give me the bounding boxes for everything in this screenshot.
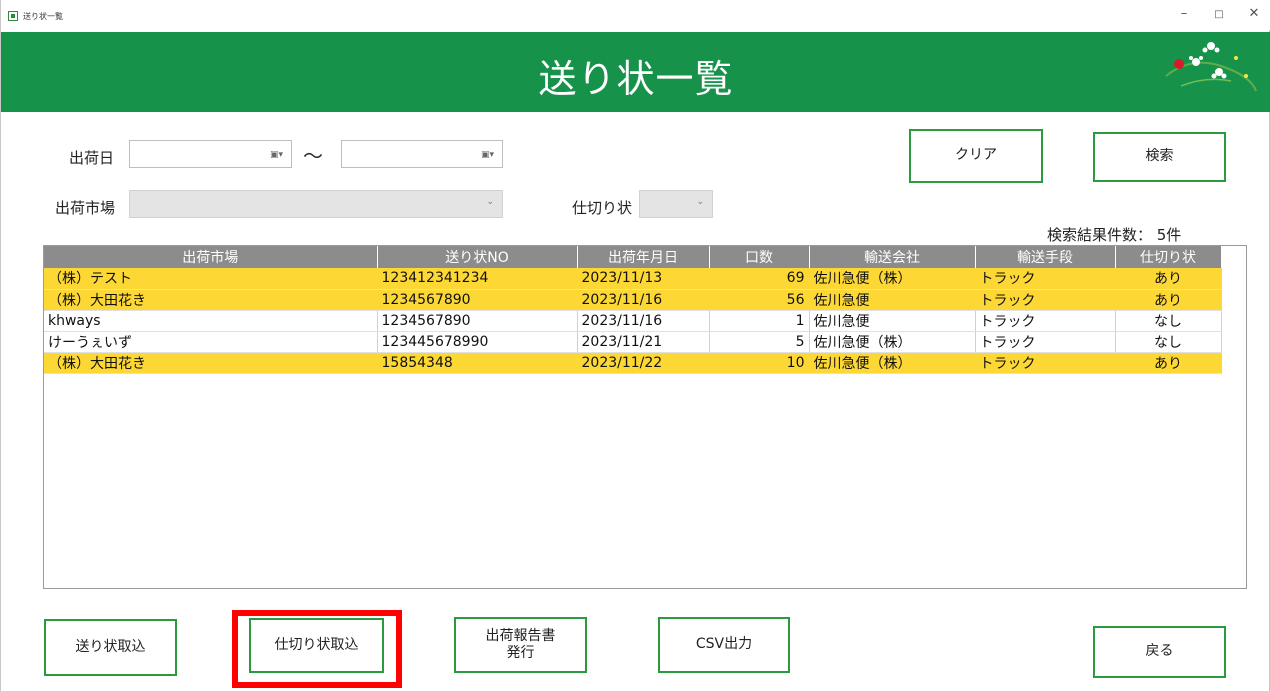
shipping-report-button[interactable]: 出荷報告書 発行 — [454, 617, 587, 673]
cell-statement: あり — [1115, 289, 1222, 311]
cell-ship-date: 2023/11/21 — [577, 331, 710, 353]
cell-invoice-no: 123445678990 — [377, 331, 578, 353]
back-button[interactable]: 戻る — [1093, 626, 1226, 678]
ship-date-to-input[interactable]: ▣▾ — [341, 140, 503, 168]
chevron-down-icon: ⌄ — [696, 197, 704, 207]
app-icon — [8, 11, 18, 21]
page-title: 送り状一覧 — [538, 57, 734, 101]
title-bar: 送り状一覧 – □ ✕ — [1, 0, 1270, 30]
table-row[interactable]: けーうぇいず 123445678990 2023/11/21 5 佐川急便（株） トラック… — [44, 331, 1222, 353]
cell-qty: 1 — [709, 310, 810, 332]
calendar-icon[interactable]: ▣▾ — [481, 150, 494, 160]
cell-qty: 5 — [709, 331, 810, 353]
cell-ship-date: 2023/11/16 — [577, 289, 710, 311]
cell-qty: 56 — [709, 289, 810, 311]
col-header-method[interactable]: 輸送手段 — [975, 246, 1116, 268]
col-header-market[interactable]: 出荷市場 — [44, 246, 378, 268]
col-header-statement[interactable]: 仕切り状 — [1115, 246, 1222, 268]
result-count: 検索結果件数： 5件 — [1047, 226, 1182, 244]
chevron-down-icon: ⌄ — [486, 197, 494, 207]
cell-method: トラック — [975, 352, 1116, 374]
ship-date-label: 出荷日 — [69, 149, 115, 167]
cell-qty: 10 — [709, 352, 810, 374]
minimize-button[interactable]: – — [1169, 6, 1199, 21]
table-row[interactable]: （株）大田花き 15854348 2023/11/22 10 佐川急便（株） トラック あり — [44, 352, 1222, 374]
cell-carrier: 佐川急便（株） — [809, 268, 976, 290]
grid-header-row: 出荷市場 送り状NO 出荷年月日 口数 輸送会社 輸送手段 仕切り状 — [44, 246, 1222, 268]
cell-market: （株）大田花き — [44, 289, 378, 311]
cell-invoice-no: 123412341234 — [377, 268, 578, 290]
cell-market: （株）テスト — [44, 268, 378, 290]
cell-ship-date: 2023/11/13 — [577, 268, 710, 290]
cell-method: トラック — [975, 331, 1116, 353]
calendar-icon[interactable]: ▣▾ — [270, 150, 283, 160]
invoice-grid[interactable]: 出荷市場 送り状NO 出荷年月日 口数 輸送会社 輸送手段 仕切り状 （株）テス… — [43, 245, 1247, 589]
cell-invoice-no: 15854348 — [377, 352, 578, 374]
cell-statement: なし — [1115, 310, 1222, 332]
table-row[interactable]: （株）テスト 123412341234 2023/11/13 69 佐川急便（株） トラッ… — [44, 268, 1222, 290]
table-row[interactable]: khways 1234567890 2023/11/16 1 佐川急便 トラック なし — [44, 310, 1222, 332]
close-button[interactable]: ✕ — [1239, 6, 1269, 21]
cell-carrier: 佐川急便（株） — [809, 331, 976, 353]
cell-ship-date: 2023/11/22 — [577, 352, 710, 374]
import-invoice-button[interactable]: 送り状取込 — [44, 619, 177, 676]
col-header-carrier[interactable]: 輸送会社 — [809, 246, 976, 268]
cell-statement: なし — [1115, 331, 1222, 353]
range-separator: ～ — [303, 144, 323, 168]
clear-button[interactable]: クリア — [909, 129, 1043, 183]
ship-date-from-input[interactable]: ▣▾ — [129, 140, 292, 168]
cell-carrier: 佐川急便 — [809, 289, 976, 311]
cell-statement: あり — [1115, 352, 1222, 374]
market-label: 出荷市場 — [55, 199, 116, 217]
col-header-qty[interactable]: 口数 — [709, 246, 810, 268]
statement-select[interactable]: ⌄ — [639, 190, 713, 218]
csv-output-button[interactable]: CSV出力 — [658, 617, 790, 673]
app-window: 送り状一覧 – □ ✕ 送り状一覧 出荷日 ▣▾ ～ ▣▾ クリア 検索 出荷市… — [0, 0, 1270, 691]
cell-method: トラック — [975, 289, 1116, 311]
cell-carrier: 佐川急便 — [809, 310, 976, 332]
flower-logo-icon — [1165, 42, 1257, 92]
cell-qty: 69 — [709, 268, 810, 290]
maximize-button[interactable]: □ — [1204, 9, 1234, 20]
cell-statement: あり — [1115, 268, 1222, 290]
cell-ship-date: 2023/11/16 — [577, 310, 710, 332]
cell-market: （株）大田花き — [44, 352, 378, 374]
col-header-invoice-no[interactable]: 送り状NO — [377, 246, 578, 268]
cell-invoice-no: 1234567890 — [377, 310, 578, 332]
market-select[interactable]: ⌄ — [129, 190, 503, 218]
cell-carrier: 佐川急便（株） — [809, 352, 976, 374]
cell-market: けーうぇいず — [44, 331, 378, 353]
table-row[interactable]: （株）大田花き 1234567890 2023/11/16 56 佐川急便 トラック あり — [44, 289, 1222, 311]
focus-highlight — [232, 610, 402, 688]
col-header-ship-date[interactable]: 出荷年月日 — [577, 246, 710, 268]
statement-label: 仕切り状 — [572, 199, 633, 217]
search-button[interactable]: 検索 — [1093, 132, 1226, 182]
page-header: 送り状一覧 — [1, 32, 1270, 112]
cell-method: トラック — [975, 310, 1116, 332]
window-title: 送り状一覧 — [23, 12, 63, 21]
cell-method: トラック — [975, 268, 1116, 290]
cell-invoice-no: 1234567890 — [377, 289, 578, 311]
cell-market: khways — [44, 310, 378, 332]
